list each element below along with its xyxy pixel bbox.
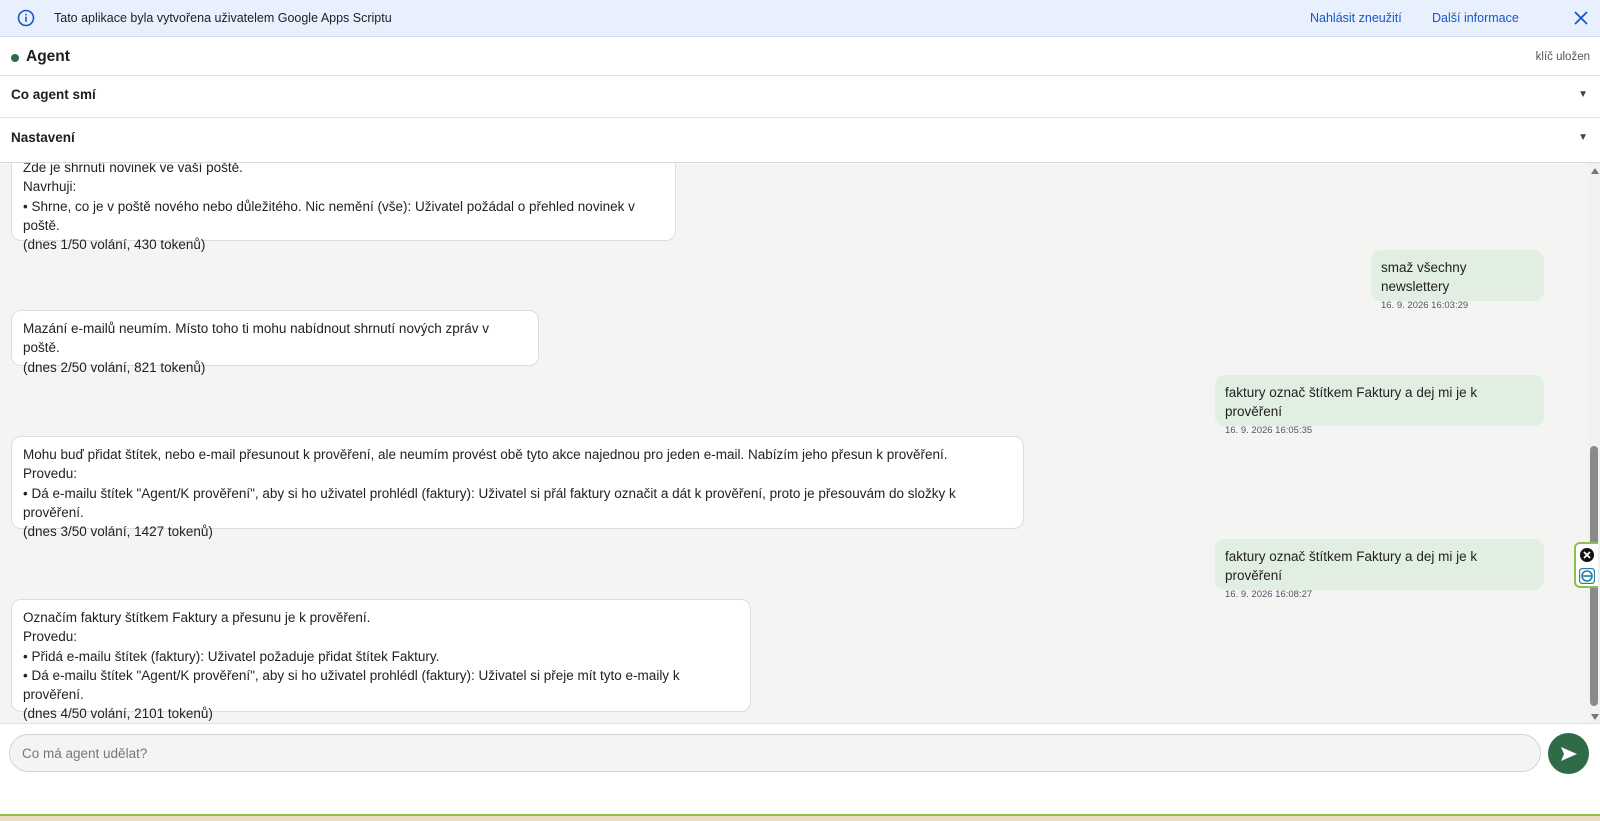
- message-line: (dnes 1/50 volání, 430 tokenů): [23, 237, 206, 253]
- message-line: (dnes 4/50 volání, 2101 tokenů): [23, 706, 213, 722]
- message-line: Mazání e-mailů neumím. Místo toho ti moh…: [23, 321, 489, 356]
- message-line: • Shrne, co je v poště nového nebo důlež…: [23, 198, 635, 233]
- chevron-down-icon: ▼: [1578, 89, 1588, 100]
- window-bottom-edge: [0, 814, 1600, 821]
- message-line: Navrhuji:: [23, 179, 77, 195]
- chat-scrollbar[interactable]: [1588, 163, 1600, 723]
- message-text: faktury označ štítkem Faktury a dej mi j…: [1225, 385, 1478, 420]
- section-permissions-label: Co agent smí: [11, 87, 96, 102]
- message-timestamp: 16. 9. 2026 16:05:35: [1225, 424, 1313, 436]
- apps-script-banner: Tato aplikace byla vytvořena uživatelem …: [0, 0, 1600, 37]
- report-abuse-link[interactable]: Nahlásit zneužití: [1310, 11, 1402, 25]
- close-circle-icon[interactable]: [1579, 547, 1595, 563]
- message-line: Označím faktury štítkem Faktury a přesun…: [23, 610, 371, 625]
- agent-message: Označím faktury štítkem Faktury a přesun…: [11, 599, 751, 721]
- chat-log[interactable]: Zde je shrnutí novinek ve vaší poště. Na…: [0, 163, 1600, 723]
- status-dot-icon: [11, 54, 19, 62]
- send-icon: [1561, 747, 1577, 761]
- extension-e-icon[interactable]: [1579, 568, 1595, 584]
- user-message: faktury označ štítkem Faktury a dej mi j…: [1215, 375, 1544, 436]
- extension-widget[interactable]: [1574, 542, 1598, 588]
- user-message: faktury označ štítkem Faktury a dej mi j…: [1215, 539, 1544, 600]
- more-info-link[interactable]: Další informace: [1432, 11, 1519, 25]
- agent-message: Mazání e-mailů neumím. Místo toho ti moh…: [11, 310, 539, 375]
- message-line: (dnes 2/50 volání, 821 tokenů): [23, 359, 206, 375]
- message-line: • Dá e-mailu štítek "Agent/K prověření",…: [23, 485, 956, 520]
- agent-header: Agent klíč uložen Co agent smí ▼ Nastave…: [0, 37, 1600, 163]
- message-line: Provedu:: [23, 466, 78, 482]
- message-timestamp: 16. 9. 2026 16:03:29: [1381, 299, 1469, 311]
- info-icon: [17, 9, 35, 27]
- agent-title-row: Agent klíč uložen: [0, 37, 1600, 76]
- banner-text: Tato aplikace byla vytvořena uživatelem …: [54, 11, 392, 25]
- send-button[interactable]: [1548, 733, 1589, 774]
- agent-message: Mohu buď přidat štítek, nebo e-mail přes…: [11, 436, 1024, 539]
- message-line: Zde je shrnutí novinek ve vaší poště.: [23, 163, 243, 175]
- scroll-down-icon[interactable]: [1591, 714, 1599, 720]
- message-timestamp: 16. 9. 2026 16:08:27: [1225, 588, 1313, 600]
- key-status-label: klíč uložen: [1535, 51, 1590, 63]
- section-settings-toggle[interactable]: Nastavení ▼: [0, 118, 1600, 160]
- close-icon[interactable]: [1572, 9, 1590, 27]
- section-settings-label: Nastavení: [11, 130, 75, 145]
- message-text: faktury označ štítkem Faktury a dej mi j…: [1225, 549, 1478, 584]
- scroll-up-icon[interactable]: [1591, 168, 1599, 174]
- section-permissions-toggle[interactable]: Co agent smí ▼: [0, 75, 1600, 118]
- message-line: (dnes 3/50 volání, 1427 tokenů): [23, 524, 213, 540]
- user-message: smaž všechny newslettery 16. 9. 2026 16:…: [1371, 250, 1544, 311]
- prompt-input[interactable]: [9, 734, 1541, 772]
- message-line: • Přidá e-mailu štítek (faktury): Uživat…: [23, 648, 440, 664]
- chevron-down-icon: ▼: [1578, 132, 1588, 143]
- message-line: Provedu:: [23, 629, 78, 645]
- message-line: Mohu buď přidat štítek, nebo e-mail přes…: [23, 447, 948, 462]
- page-title: Agent: [26, 48, 70, 65]
- composer: [0, 723, 1600, 815]
- message-text: smaž všechny newslettery: [1381, 260, 1467, 295]
- message-line: • Dá e-mailu štítek "Agent/K prověření",…: [23, 667, 680, 703]
- agent-message: Zde je shrnutí novinek ve vaší poště. Na…: [11, 163, 676, 252]
